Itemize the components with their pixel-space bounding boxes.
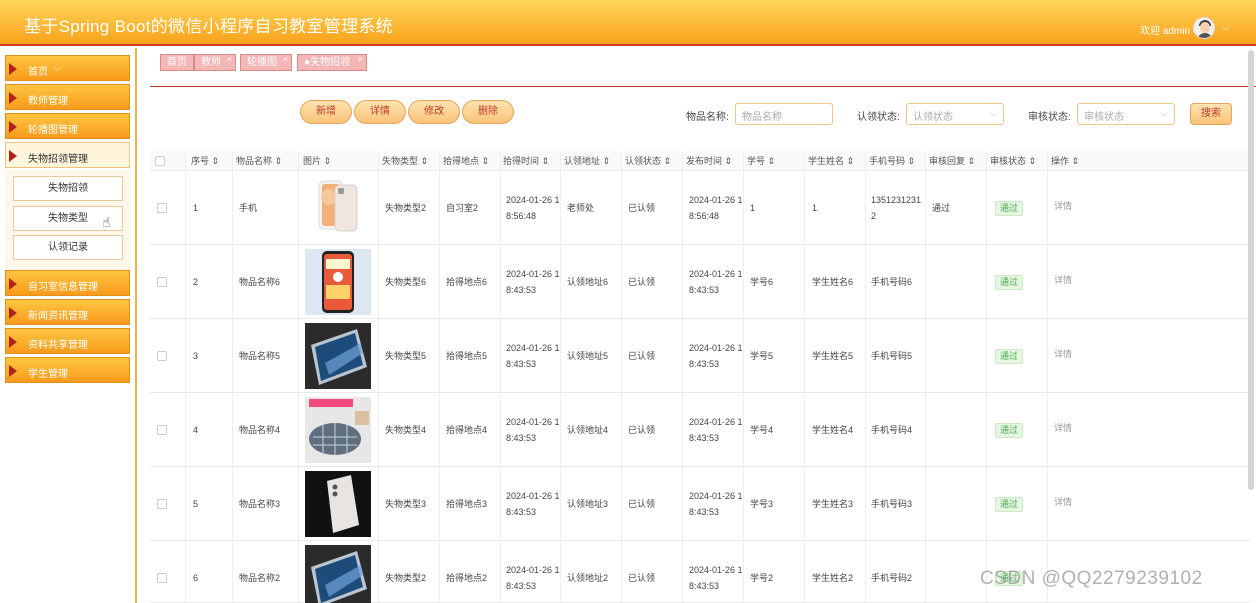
detail-link[interactable]: 详情: [1054, 494, 1072, 511]
status-badge: 通过: [995, 275, 1023, 290]
col-publish[interactable]: 发布时间 ⇕: [686, 151, 732, 171]
search-button[interactable]: 搜索: [1190, 103, 1232, 125]
status-badge: 通过: [995, 423, 1023, 438]
col-phone[interactable]: 手机号码 ⇕: [869, 151, 915, 171]
arrow-icon: [9, 278, 17, 290]
scrollbar[interactable]: [1248, 50, 1254, 490]
item-image: [305, 471, 371, 537]
edit-button[interactable]: 修改: [408, 100, 460, 124]
detail-link[interactable]: 详情: [1054, 420, 1072, 437]
col-reply[interactable]: 审核回复 ⇕: [929, 151, 975, 171]
arrow-icon: [9, 307, 17, 319]
row-checkbox[interactable]: [157, 425, 167, 435]
arrow-icon: [9, 150, 17, 162]
col-type[interactable]: 失物类型 ⇕: [382, 151, 428, 171]
col-claim[interactable]: 认领状态 ⇕: [625, 151, 671, 171]
row-checkbox[interactable]: [157, 203, 167, 213]
app-header: 基于Spring Boot的微信小程序自习教室管理系统 欢迎 admin ⌵: [0, 0, 1256, 46]
claim-status-label: 认领状态:: [857, 112, 900, 123]
delete-button[interactable]: 删除: [462, 100, 514, 124]
lost-found-submenu: 失物招领 失物类型 认领记录: [5, 170, 130, 270]
item-image: [305, 323, 371, 389]
sidebar-item-teacher[interactable]: 教师管理: [5, 84, 130, 110]
tab-teacher[interactable]: 教师 ×: [194, 54, 236, 71]
user-menu-chevron-icon[interactable]: ⌵: [1222, 22, 1230, 33]
col-time[interactable]: 拾得时间 ⇕: [503, 151, 549, 171]
col-op[interactable]: 操作 ⇕: [1051, 151, 1079, 171]
detail-button[interactable]: 详情: [354, 100, 406, 124]
sidebar-item-resource[interactable]: 资料共享管理: [5, 328, 130, 354]
row-checkbox[interactable]: [157, 277, 167, 287]
submenu-claim-record[interactable]: 认领记录: [13, 235, 123, 260]
submenu-lost-found[interactable]: 失物招领: [13, 176, 123, 201]
audit-status-select[interactable]: 审核状态 ⌵: [1077, 103, 1175, 125]
row-checkbox[interactable]: [157, 499, 167, 509]
row-checkbox[interactable]: [157, 351, 167, 361]
detail-link[interactable]: 详情: [1054, 346, 1072, 363]
welcome-text: 欢迎 admin: [1140, 26, 1191, 37]
item-image: [305, 175, 371, 241]
tab-lost-found[interactable]: ●失物招领 ×: [297, 52, 368, 71]
detail-link[interactable]: 详情: [1054, 272, 1072, 289]
close-icon[interactable]: ×: [358, 52, 363, 67]
sidebar-item-news[interactable]: 新闻资讯管理: [5, 299, 130, 325]
select-all-checkbox[interactable]: [155, 156, 165, 166]
item-image: [305, 249, 371, 315]
sidebar-item-home[interactable]: 首页 ⌵: [5, 55, 130, 81]
status-badge: 通过: [995, 349, 1023, 364]
chevron-down-icon: ⌵: [1161, 108, 1168, 118]
status-badge: 通过: [995, 201, 1023, 216]
hand-cursor-icon: ☝: [102, 214, 111, 230]
chevron-down-icon: ⌵: [54, 63, 61, 73]
arrow-icon: [9, 92, 17, 104]
audit-status-label: 审核状态:: [1028, 112, 1071, 123]
sidebar-item-carousel[interactable]: 轮播图管理: [5, 113, 130, 139]
sidebar-item-study-room[interactable]: 自习室信息管理: [5, 270, 130, 296]
status-badge: 通过: [995, 497, 1023, 512]
app-title: 基于Spring Boot的微信小程序自习教室管理系统: [24, 17, 393, 36]
sidebar-item-lost-found[interactable]: 失物招领管理: [5, 142, 130, 168]
item-name-input[interactable]: 物品名称: [735, 103, 833, 125]
detail-link[interactable]: 详情: [1054, 198, 1072, 215]
chevron-down-icon: ⌵: [990, 108, 997, 118]
arrow-icon: [9, 121, 17, 133]
col-address[interactable]: 认领地址 ⇕: [564, 151, 610, 171]
close-icon[interactable]: ×: [227, 52, 232, 67]
item-image: [305, 397, 371, 463]
arrow-icon: [9, 336, 17, 348]
watermark: CSDN @QQ2279239102: [980, 568, 1203, 589]
col-sname[interactable]: 学生姓名 ⇕: [808, 151, 854, 171]
arrow-icon: [9, 63, 17, 75]
col-audit[interactable]: 审核状态 ⇕: [990, 151, 1036, 171]
tab-home[interactable]: 首页: [160, 54, 194, 71]
item-image: [305, 545, 371, 603]
add-button[interactable]: 新增: [300, 100, 352, 124]
col-place[interactable]: 拾得地点 ⇕: [443, 151, 489, 171]
row-checkbox[interactable]: [157, 573, 167, 583]
arrow-icon: [9, 365, 17, 377]
user-avatar[interactable]: [1193, 17, 1215, 39]
tab-carousel[interactable]: 轮播图 ×: [240, 54, 292, 71]
col-name[interactable]: 物品名称 ⇕: [236, 151, 282, 171]
sidebar: 首页 ⌵ 教师管理 轮播图管理 失物招领管理 失物招领 失物类型 认领记录 自习…: [0, 48, 137, 603]
claim-status-select[interactable]: 认领状态 ⌵: [906, 103, 1004, 125]
sidebar-item-student[interactable]: 学生管理: [5, 357, 130, 383]
col-sid[interactable]: 学号 ⇕: [747, 151, 775, 171]
tab-divider: [150, 86, 1256, 87]
col-image[interactable]: 图片 ⇕: [303, 151, 331, 171]
item-name-label: 物品名称:: [686, 112, 729, 123]
close-icon[interactable]: ×: [283, 52, 288, 67]
col-no[interactable]: 序号 ⇕: [191, 151, 219, 171]
